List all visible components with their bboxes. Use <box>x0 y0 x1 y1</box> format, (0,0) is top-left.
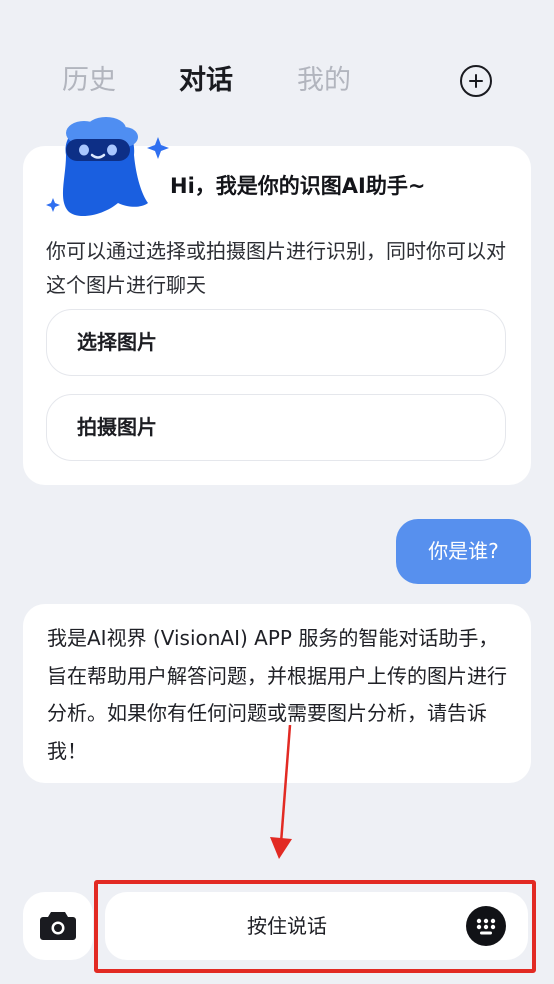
ghost-mascot-icon <box>46 117 169 217</box>
camera-icon <box>40 912 76 940</box>
select-image-button[interactable]: 选择图片 <box>46 309 506 376</box>
select-image-label: 选择图片 <box>77 330 157 354</box>
take-photo-label: 拍摄图片 <box>77 415 157 439</box>
new-chat-plus-icon[interactable] <box>460 65 492 97</box>
keyboard-dots-icon <box>476 918 496 935</box>
assistant-message-text: 我是AI视界 (VisionAI) APP 服务的智能对话助手，旨在帮助用户解答… <box>47 626 507 763</box>
assistant-message-bubble: 我是AI视界 (VisionAI) APP 服务的智能对话助手，旨在帮助用户解答… <box>23 604 531 783</box>
keyboard-icon[interactable] <box>466 906 506 946</box>
hold-to-talk-button[interactable]: 按住说话 <box>105 892 528 960</box>
tab-history[interactable]: 历史 <box>62 58 116 104</box>
tab-chat[interactable]: 对话 <box>179 58 233 104</box>
hold-to-talk-label: 按住说话 <box>247 914 327 938</box>
user-message-bubble: 你是谁? <box>396 519 531 584</box>
camera-button[interactable] <box>23 892 93 960</box>
take-photo-button[interactable]: 拍摄图片 <box>46 394 506 461</box>
welcome-description: 你可以通过选择或拍摄图片进行识别，同时你可以对这个图片进行聊天 <box>46 239 506 297</box>
tab-mine[interactable]: 我的 <box>297 58 351 104</box>
welcome-title: Hi，我是你的识图AI助手~ <box>170 174 426 198</box>
